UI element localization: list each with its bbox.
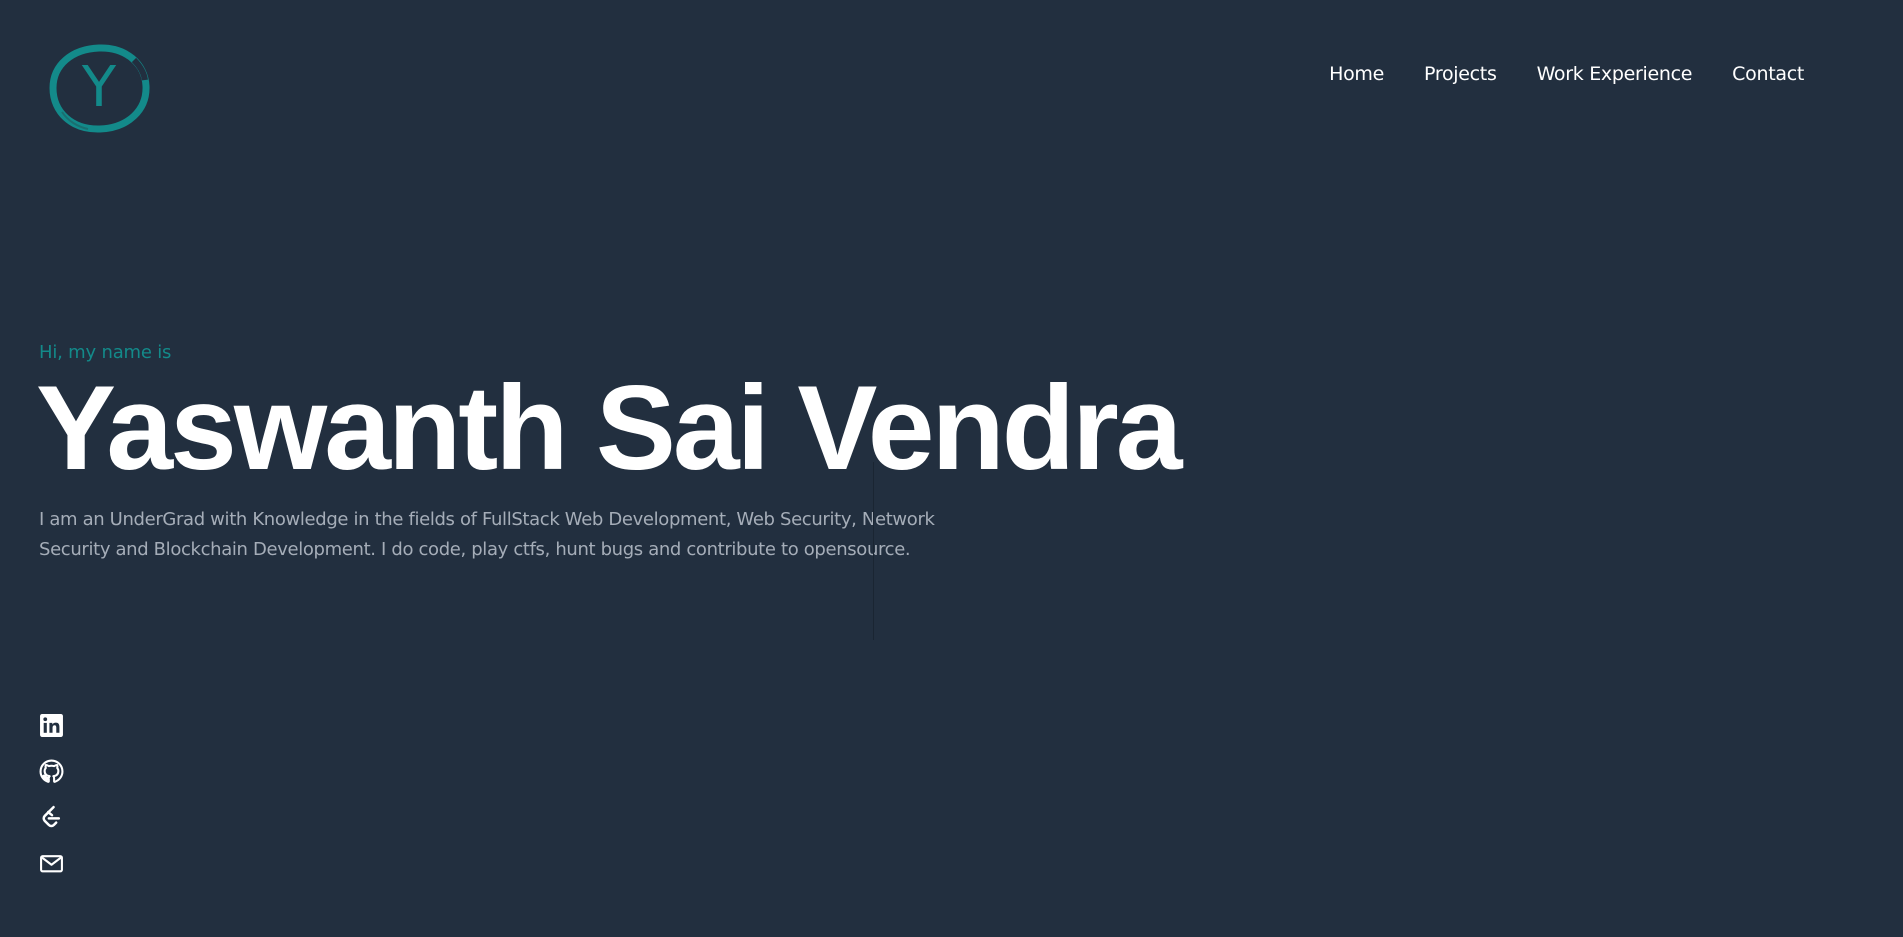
nav-home[interactable]: Home (1329, 63, 1384, 85)
mail-link[interactable] (39, 851, 64, 876)
hero-bio-line: Security and Blockchain Development. I d… (39, 539, 911, 560)
page: Y Home Projects Work Experience Contact … (0, 0, 1903, 937)
github-icon (39, 759, 64, 783)
nav-contact[interactable]: Contact (1732, 63, 1804, 85)
hero-name: Yaswanth Sai Vendra (36, 361, 1183, 495)
hero-bio-line: I am an UnderGrad with Knowledge in the … (39, 509, 935, 530)
nav-work-experience[interactable]: Work Experience (1537, 63, 1693, 85)
linkedin-link[interactable] (39, 713, 64, 738)
linkedin-icon (40, 714, 63, 737)
hero-bio: I am an UnderGrad with Knowledge in the … (39, 505, 1039, 565)
leetcode-link[interactable] (39, 805, 64, 830)
mail-icon (40, 855, 63, 873)
main-nav: Home Projects Work Experience Contact (1329, 63, 1804, 85)
social-links (39, 713, 64, 876)
decorative-divider (873, 462, 874, 640)
github-link[interactable] (39, 759, 64, 784)
nav-projects[interactable]: Projects (1424, 63, 1497, 85)
hero-greeting: Hi, my name is (39, 342, 172, 363)
logo[interactable]: Y (48, 42, 150, 134)
logo-letter: Y (81, 55, 117, 120)
leetcode-icon (42, 805, 61, 828)
